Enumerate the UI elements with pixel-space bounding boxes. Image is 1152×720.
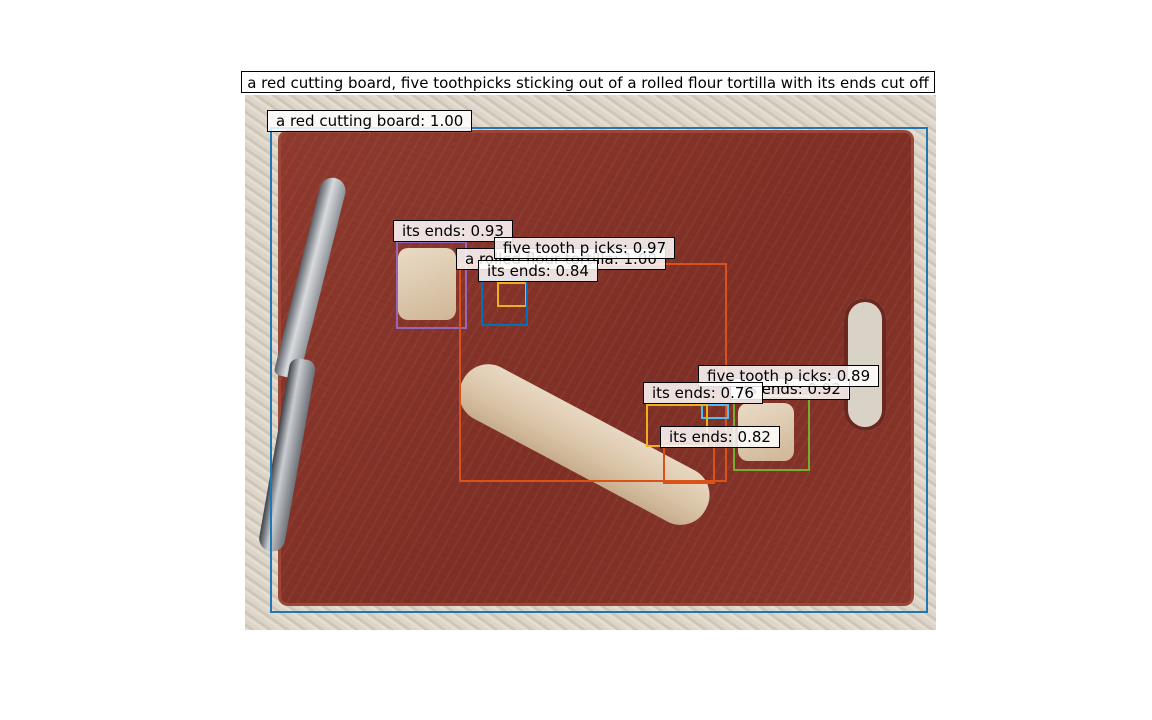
label-end-small: its ends: 0.76 [643, 382, 763, 404]
figure: a red cutting board, five toothpicks sti… [0, 0, 1152, 720]
label-end-bottom: its ends: 0.82 [660, 426, 780, 448]
bbox-end-middle [481, 278, 528, 326]
label-toothpicks-1: five tooth p icks: 0.97 [494, 237, 676, 259]
label-cutting-board: a red cutting board: 1.00 [267, 110, 473, 132]
label-end-middle: its ends: 0.84 [478, 260, 598, 282]
image-caption: a red cutting board, five toothpicks sti… [241, 71, 935, 93]
